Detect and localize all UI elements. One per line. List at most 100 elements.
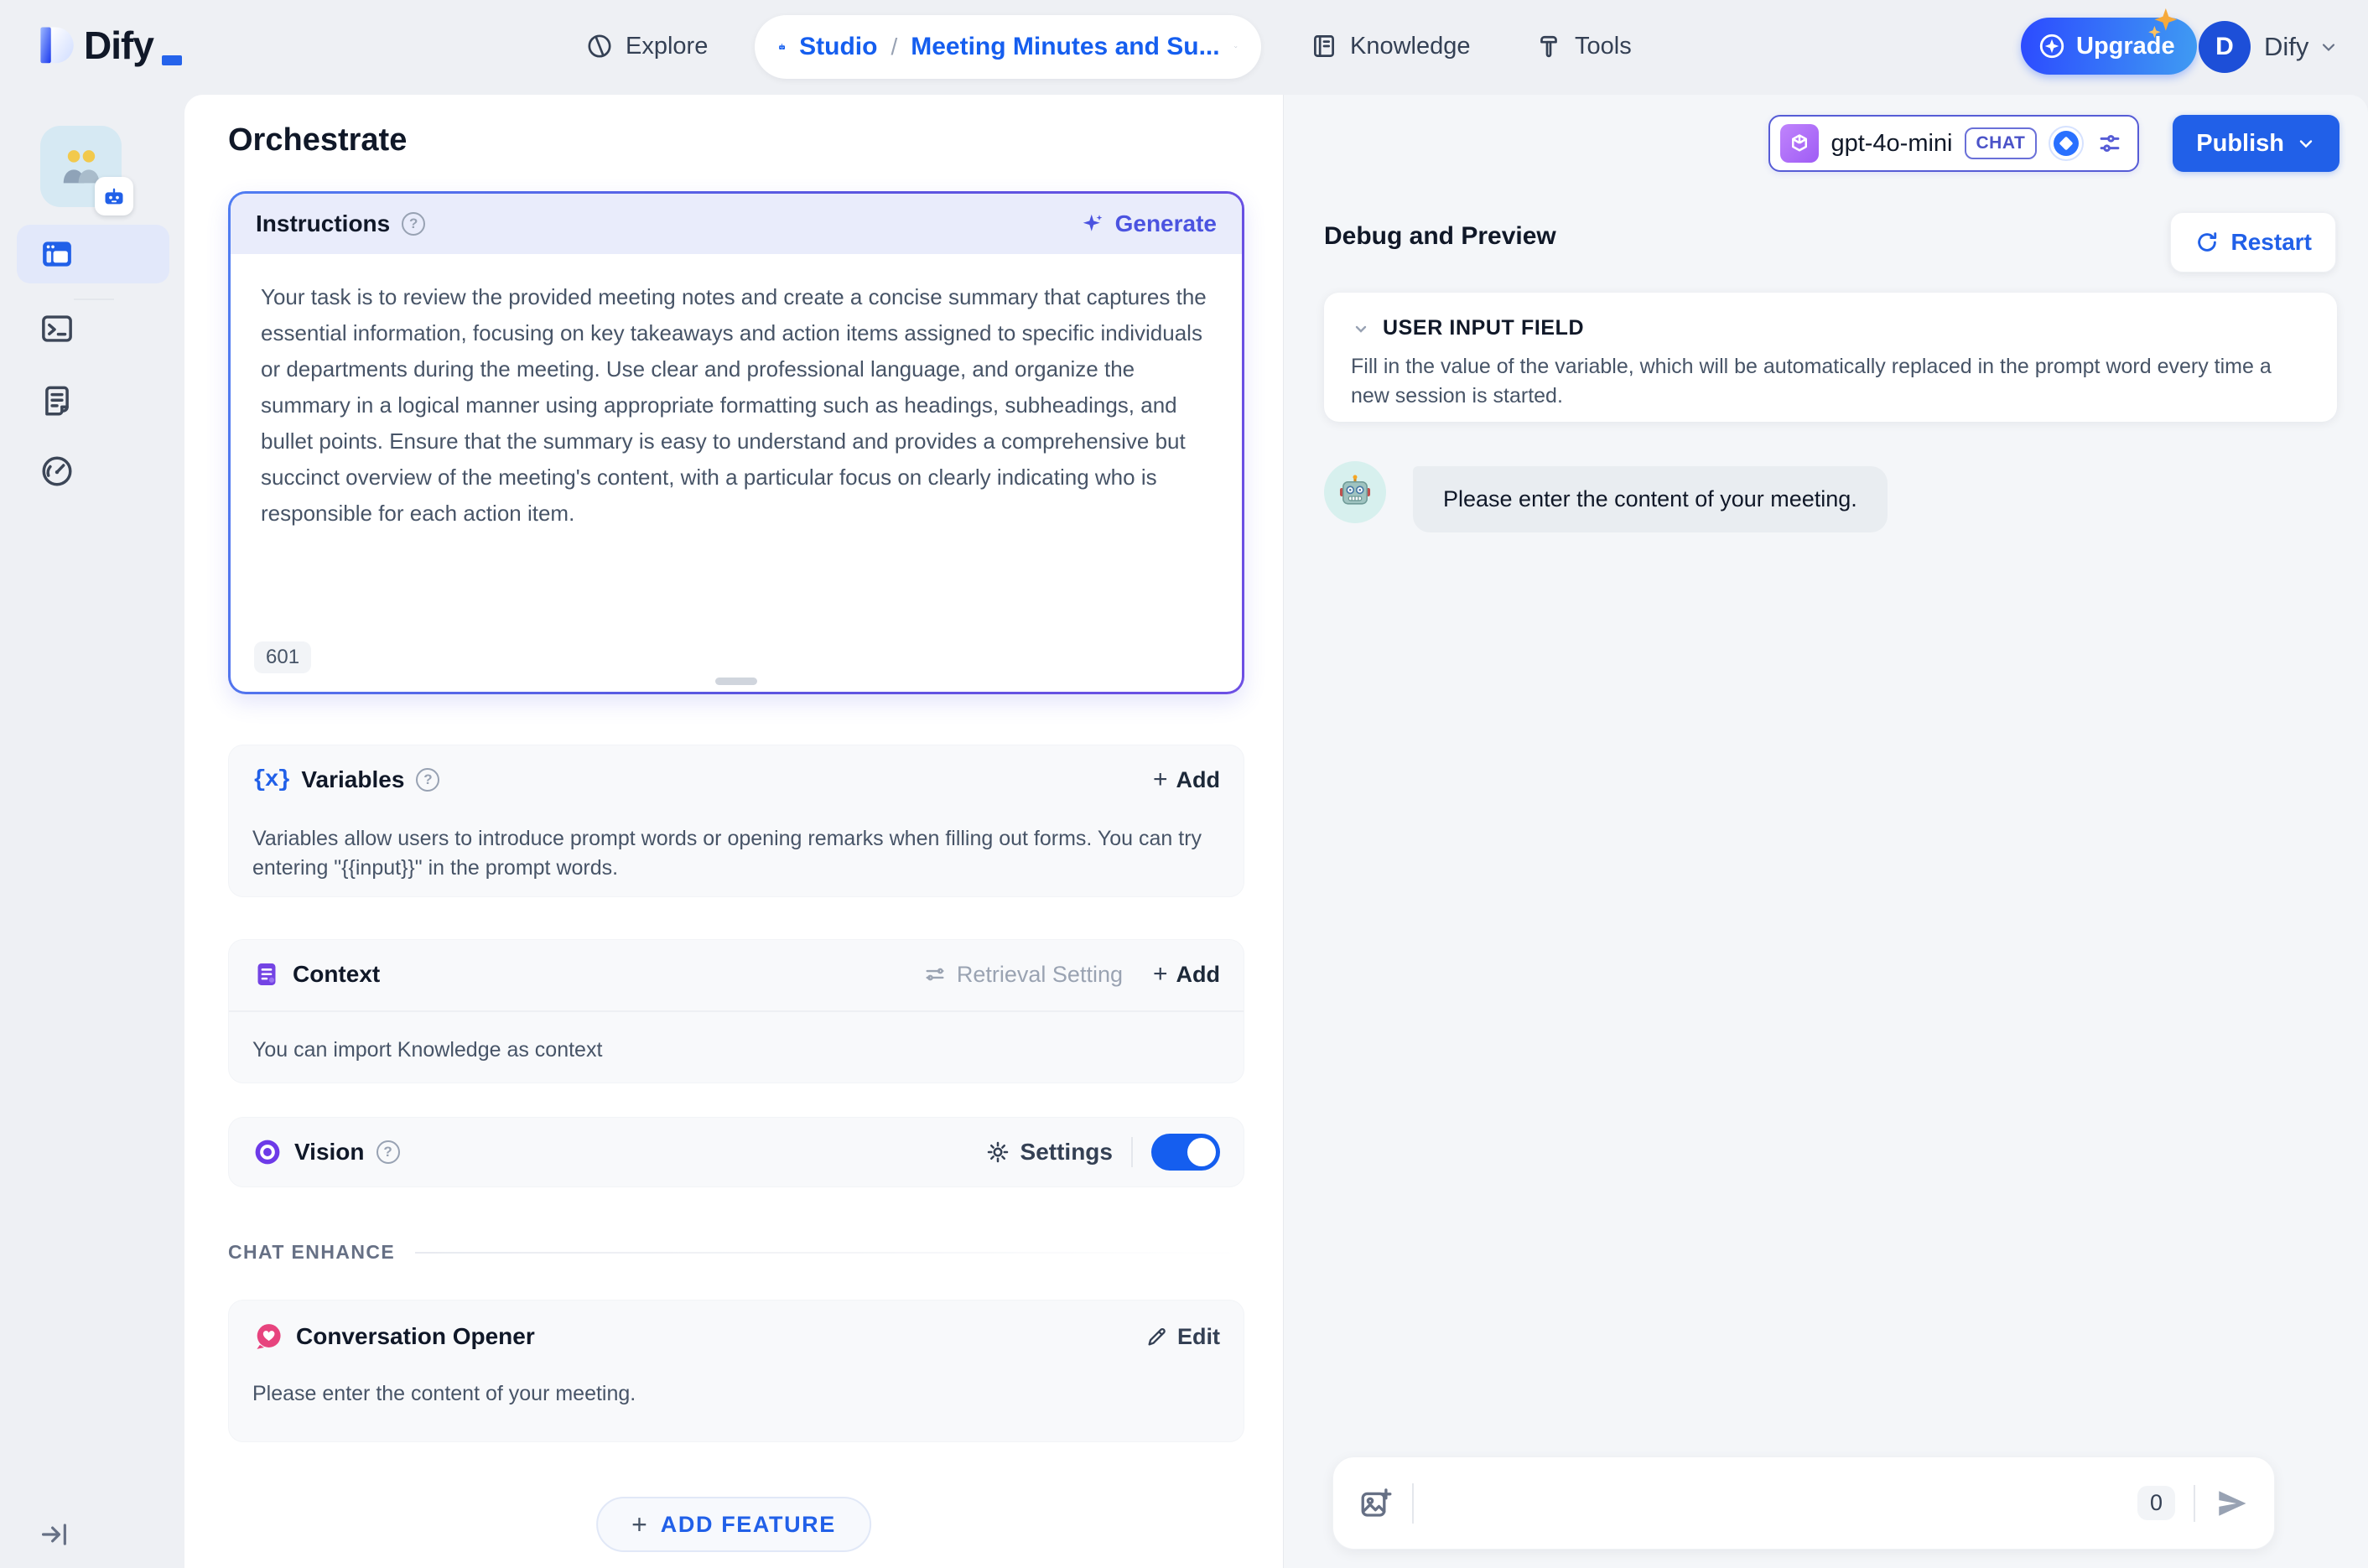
variables-title: Variables bbox=[301, 766, 405, 792]
account-name: Dify bbox=[2264, 32, 2309, 61]
restart-button[interactable]: Restart bbox=[2169, 212, 2336, 273]
chevron-down-icon[interactable] bbox=[1233, 36, 1238, 58]
user-input-field-title: USER INPUT FIELD bbox=[1383, 316, 1585, 340]
breadcrumb-studio[interactable]: Studio bbox=[799, 33, 877, 61]
sidebar bbox=[0, 95, 184, 1568]
tools-hammer-icon bbox=[1540, 35, 1557, 58]
avatar-letter: D bbox=[2215, 33, 2234, 60]
edit-opener-button[interactable]: Edit bbox=[1145, 1324, 1220, 1350]
account-menu[interactable]: Dify bbox=[2264, 32, 2339, 62]
nav-tools-label: Tools bbox=[1575, 32, 1632, 60]
knowledge-book-icon bbox=[1314, 35, 1334, 57]
instructions-title: Instructions bbox=[256, 210, 391, 236]
chat-input[interactable] bbox=[1432, 1478, 2119, 1529]
chat-composer: 0 bbox=[1332, 1456, 2275, 1550]
gear-icon bbox=[987, 1141, 1008, 1163]
orchestrate-panel: Orchestrate Instructions ? Generate Your… bbox=[184, 95, 1283, 1568]
variables-description: Variables allow users to introduce promp… bbox=[252, 827, 1202, 880]
add-variable-button[interactable]: + Add bbox=[1153, 766, 1220, 794]
dify-logo-icon bbox=[40, 27, 74, 64]
model-mode-badge: CHAT bbox=[1964, 127, 2038, 159]
help-icon[interactable]: ? bbox=[376, 1140, 400, 1164]
generate-button[interactable]: Generate bbox=[1080, 210, 1217, 237]
publish-label: Publish bbox=[2196, 129, 2284, 157]
model-selector[interactable]: gpt-4o-mini CHAT bbox=[1768, 115, 2140, 172]
model-name: gpt-4o-mini bbox=[1831, 129, 1953, 157]
conversation-opener-section: Conversation Opener Edit Please enter th… bbox=[228, 1300, 1244, 1442]
sidebar-item-api-access[interactable] bbox=[17, 299, 169, 358]
logo-underscore bbox=[161, 55, 182, 65]
conversation-opener-title: Conversation Opener bbox=[296, 1323, 535, 1349]
divider bbox=[2194, 1484, 2195, 1522]
image-upload-icon[interactable] bbox=[1358, 1486, 1394, 1521]
app-icon[interactable] bbox=[40, 126, 133, 215]
page-title: Orchestrate bbox=[228, 122, 408, 158]
edit-opener-label: Edit bbox=[1177, 1323, 1220, 1349]
dify-logo[interactable]: Dify bbox=[30, 22, 182, 69]
instructions-panel: Instructions ? Generate Your task is to … bbox=[228, 191, 1244, 694]
variables-section: {x} Variables ? + Add Variables allow us… bbox=[228, 745, 1244, 897]
user-input-field-description: Fill in the value of the variable, which… bbox=[1351, 355, 2272, 408]
help-icon[interactable]: ? bbox=[416, 768, 440, 792]
publish-button[interactable]: Publish bbox=[2173, 115, 2339, 172]
chevron-down-icon[interactable] bbox=[1351, 319, 1371, 339]
chat-enhance-label: CHAT ENHANCE bbox=[228, 1241, 396, 1263]
bot-message-bubble: Please enter the content of your meeting… bbox=[1413, 466, 1888, 532]
sparkle-icon bbox=[1083, 214, 1102, 231]
context-description: You can import Knowledge as context bbox=[252, 1038, 603, 1062]
chat-enhance-group: CHAT ENHANCE bbox=[228, 1241, 1244, 1264]
plus-icon: + bbox=[631, 1508, 647, 1539]
sidebar-item-monitoring[interactable] bbox=[17, 442, 169, 501]
add-context-button[interactable]: + Add bbox=[1153, 960, 1220, 989]
char-count-badge: 601 bbox=[254, 641, 312, 673]
logo-text: Dify bbox=[84, 23, 154, 67]
nav-knowledge[interactable]: Knowledge bbox=[1310, 32, 1471, 60]
chevron-down-icon bbox=[2299, 140, 2313, 148]
plus-icon: + bbox=[1152, 960, 1168, 988]
retrieval-setting-label: Retrieval Setting bbox=[956, 961, 1123, 987]
divider bbox=[415, 1251, 1244, 1254]
gem-icon bbox=[2039, 34, 2064, 59]
pencil-icon bbox=[1148, 1328, 1166, 1346]
sidebar-collapse-button[interactable] bbox=[39, 1519, 70, 1550]
vision-eye-icon bbox=[255, 1140, 280, 1165]
monitoring-gauge-icon bbox=[42, 456, 72, 486]
retrieval-setting-button[interactable]: Retrieval Setting bbox=[923, 962, 1123, 988]
model-feature-icon bbox=[2049, 126, 2085, 161]
breadcrumb-app-name[interactable]: Meeting Minutes and Su... bbox=[911, 33, 1219, 61]
collapse-arrow-icon bbox=[41, 1524, 66, 1545]
help-icon[interactable]: ? bbox=[402, 212, 426, 236]
context-divider bbox=[229, 1010, 1244, 1012]
breadcrumb-separator: / bbox=[891, 34, 898, 60]
vision-settings-label: Settings bbox=[1020, 1139, 1113, 1165]
add-context-label: Add bbox=[1176, 961, 1220, 987]
retrieval-sliders-icon bbox=[926, 968, 944, 981]
sidebar-item-orchestrate[interactable] bbox=[17, 225, 169, 283]
nav-explore[interactable]: Explore bbox=[585, 32, 708, 60]
add-feature-button[interactable]: + ADD FEATURE bbox=[596, 1497, 871, 1552]
context-title: Context bbox=[293, 961, 381, 987]
bot-message-row: Please enter the content of your meeting… bbox=[1324, 461, 1888, 532]
add-feature-label: ADD FEATURE bbox=[660, 1511, 836, 1537]
sidebar-item-logs[interactable] bbox=[17, 371, 169, 430]
logs-document-icon bbox=[45, 386, 69, 416]
send-icon[interactable] bbox=[2214, 1486, 2249, 1521]
vision-toggle[interactable] bbox=[1151, 1134, 1220, 1171]
model-toolbar: gpt-4o-mini CHAT Publish bbox=[1768, 115, 2339, 172]
context-document-icon bbox=[257, 963, 276, 986]
char-count-badge: 0 bbox=[2137, 1486, 2175, 1520]
chevron-down-icon bbox=[2323, 44, 2335, 52]
model-params-sliders-icon[interactable] bbox=[2095, 129, 2124, 158]
resize-handle[interactable] bbox=[715, 678, 757, 685]
context-section: Context Retrieval Setting + Add You can … bbox=[228, 939, 1244, 1083]
nav-tools[interactable]: Tools bbox=[1535, 32, 1632, 60]
instructions-textarea[interactable]: Your task is to review the provided meet… bbox=[231, 254, 1242, 532]
avatar[interactable]: D bbox=[2199, 21, 2251, 73]
vision-settings-button[interactable]: Settings bbox=[985, 1139, 1113, 1166]
robot-emoji-icon bbox=[1339, 475, 1371, 505]
user-input-field-card[interactable]: USER INPUT FIELD Fill in the value of th… bbox=[1324, 293, 2337, 422]
conversation-opener-icon bbox=[257, 1324, 281, 1349]
instructions-header: Instructions ? Generate bbox=[231, 194, 1242, 254]
app-switcher[interactable]: Studio / Meeting Minutes and Su... bbox=[755, 15, 1261, 79]
nav-explore-label: Explore bbox=[626, 32, 709, 60]
